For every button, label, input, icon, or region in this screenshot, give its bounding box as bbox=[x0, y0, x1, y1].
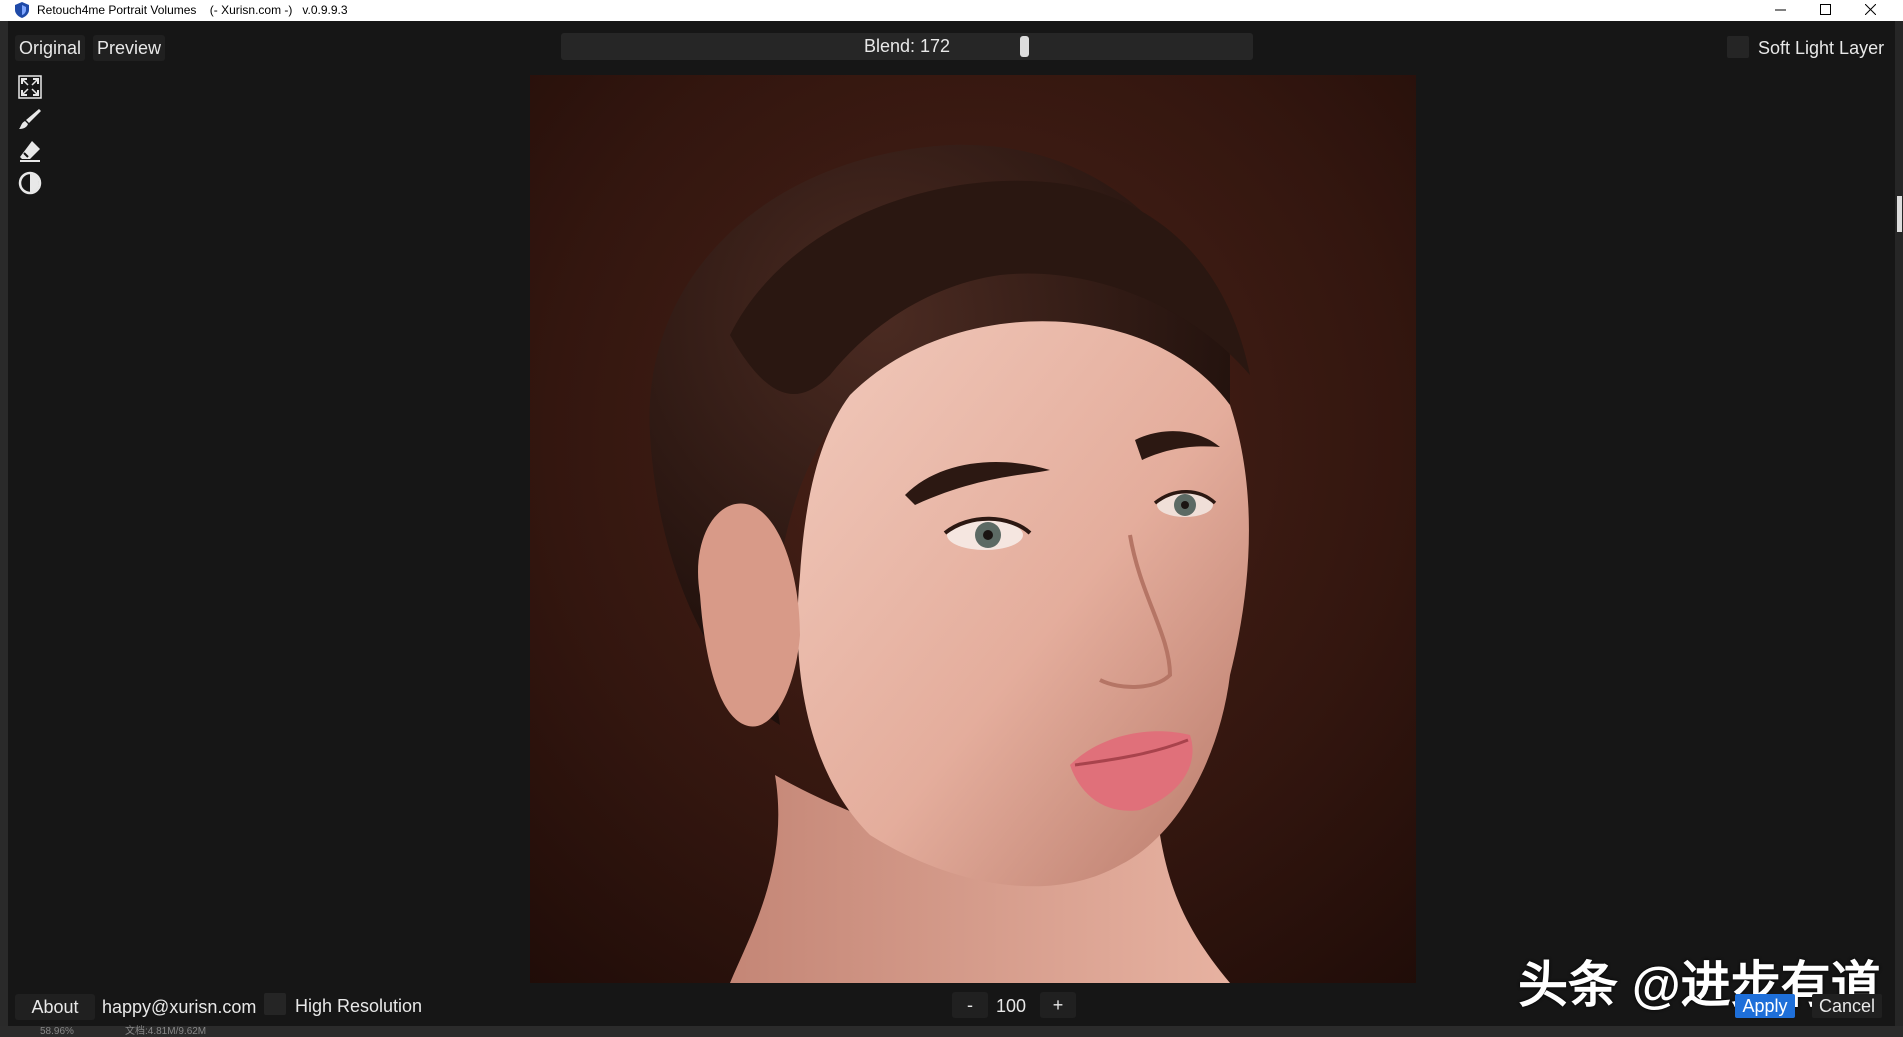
high-resolution-checkbox[interactable] bbox=[264, 993, 286, 1015]
host-statusbar: 58.96% 文档:4.81M/9.62M bbox=[0, 1026, 1903, 1037]
cancel-button[interactable]: Cancel bbox=[1812, 994, 1882, 1018]
soft-light-layer-label: Soft Light Layer bbox=[1758, 38, 1885, 58]
right-scrollbar[interactable] bbox=[1895, 21, 1903, 1037]
brush-icon bbox=[18, 107, 42, 136]
high-resolution-label: High Resolution bbox=[295, 996, 423, 1016]
close-button[interactable] bbox=[1848, 0, 1893, 21]
window-titlebar: Retouch4me Portrait Volumes (- Xurisn.co… bbox=[0, 0, 1903, 21]
eraser-tool[interactable] bbox=[17, 140, 43, 166]
image-preview-canvas[interactable] bbox=[530, 75, 1416, 983]
scrollbar-thumb[interactable] bbox=[1897, 196, 1902, 232]
host-doc-size: 文档:4.81M/9.62M bbox=[125, 1026, 207, 1037]
contrast-tool[interactable] bbox=[17, 171, 43, 200]
zoom-value: 100 bbox=[996, 996, 1027, 1016]
window-title: Retouch4me Portrait Volumes (- Xurisn.co… bbox=[37, 3, 348, 17]
about-button[interactable]: About bbox=[15, 994, 95, 1020]
shield-app-icon bbox=[15, 2, 29, 18]
preview-button[interactable]: Preview bbox=[93, 35, 165, 61]
brush-tool[interactable] bbox=[17, 108, 43, 134]
maximize-button[interactable] bbox=[1803, 0, 1848, 21]
left-edge-panel bbox=[0, 21, 8, 1037]
minimize-button[interactable] bbox=[1758, 0, 1803, 21]
soft-light-layer-checkbox[interactable] bbox=[1727, 36, 1749, 58]
zoom-in-button[interactable]: + bbox=[1040, 992, 1076, 1018]
fit-screen-tool[interactable] bbox=[17, 74, 43, 104]
blend-slider[interactable]: Blend: 172 bbox=[561, 33, 1253, 60]
minimize-icon bbox=[1775, 4, 1786, 18]
close-icon bbox=[1864, 3, 1877, 18]
blend-label: Blend: 172 bbox=[863, 36, 951, 56]
email-link[interactable]: happy@xurisn.com bbox=[102, 997, 256, 1018]
fit-screen-icon bbox=[18, 74, 42, 104]
apply-button[interactable]: Apply bbox=[1735, 994, 1795, 1018]
contrast-icon bbox=[18, 171, 42, 200]
host-zoom-readout: 58.96% bbox=[40, 1026, 74, 1037]
blend-slider-handle[interactable] bbox=[1020, 36, 1030, 57]
eraser-icon bbox=[18, 139, 42, 168]
zoom-out-button[interactable]: - bbox=[952, 992, 988, 1018]
maximize-icon bbox=[1820, 3, 1831, 18]
original-button[interactable]: Original bbox=[15, 35, 85, 61]
